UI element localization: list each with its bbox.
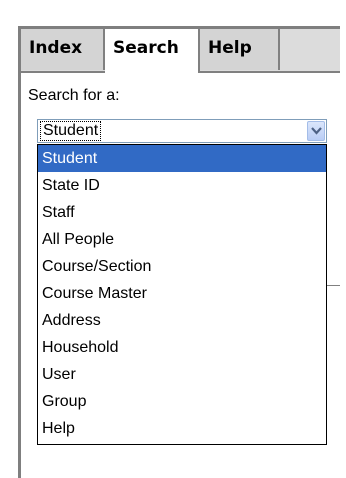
dropdown-option[interactable]: Course Master: [38, 280, 326, 307]
search-for-label: Search for a:: [28, 87, 120, 104]
search-panel: Index Search Help Search for a: Student …: [18, 26, 340, 478]
dropdown-button[interactable]: [307, 121, 325, 141]
dropdown-option[interactable]: Household: [38, 334, 326, 361]
search-type-selected-value: Student: [39, 121, 102, 141]
dropdown-option[interactable]: Address: [38, 307, 326, 334]
dropdown-option[interactable]: User: [38, 361, 326, 388]
dropdown-option[interactable]: Staff: [38, 199, 326, 226]
search-type-select[interactable]: Student: [37, 119, 327, 143]
tab-index[interactable]: Index: [21, 29, 105, 70]
search-type-dropdown-list[interactable]: Student State ID Staff All People Course/Sec…: [37, 144, 327, 445]
dropdown-option[interactable]: Course/Section: [38, 253, 326, 280]
dropdown-option[interactable]: All People: [38, 226, 326, 253]
dropdown-option[interactable]: Help: [38, 415, 326, 442]
tab-bar-filler: [280, 29, 340, 70]
dropdown-option[interactable]: Group: [38, 388, 326, 415]
search-tab-content: Search for a: Student Student State ID Sta…: [21, 71, 340, 478]
dropdown-option[interactable]: State ID: [38, 172, 326, 199]
chevron-down-icon: [311, 127, 322, 135]
dropdown-option[interactable]: Student: [38, 145, 326, 172]
tab-help[interactable]: Help: [200, 29, 280, 70]
tab-bar: Index Search Help: [21, 29, 340, 73]
tab-search[interactable]: Search: [105, 29, 200, 73]
